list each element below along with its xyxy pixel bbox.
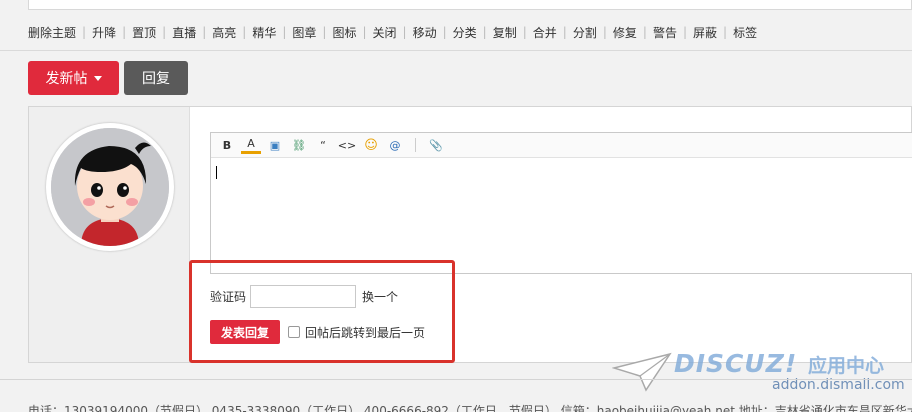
moderation-action[interactable]: 直播 xyxy=(172,24,196,41)
moderation-action[interactable]: 屏蔽 xyxy=(693,24,717,41)
image-icon[interactable]: ▣ xyxy=(265,136,285,154)
new-post-button[interactable]: 发新帖 xyxy=(28,61,119,95)
separator: | xyxy=(162,25,167,39)
previous-post-bottom xyxy=(28,0,912,10)
separator: | xyxy=(202,25,207,39)
watermark: DISCUZ! 应用中心 addon.dismall.com xyxy=(612,348,912,398)
moderation-action[interactable]: 复制 xyxy=(493,24,517,41)
font-color-icon[interactable]: A xyxy=(241,136,261,154)
toolbar-separator xyxy=(415,138,416,152)
watermark-brand: DISCUZ! xyxy=(674,349,798,378)
quote-icon[interactable]: “ xyxy=(313,136,333,154)
separator: | xyxy=(642,25,647,39)
moderation-action[interactable]: 合并 xyxy=(533,24,557,41)
bold-icon[interactable]: B xyxy=(217,136,237,154)
moderation-action[interactable]: 图标 xyxy=(332,24,356,41)
caret-down-icon xyxy=(93,75,102,81)
moderation-action[interactable]: 分类 xyxy=(453,24,477,41)
separator: | xyxy=(282,25,287,39)
watermark-cn: 应用中心 xyxy=(808,355,885,377)
moderation-action[interactable]: 图章 xyxy=(292,24,316,41)
separator: | xyxy=(682,25,687,39)
moderation-action[interactable]: 置顶 xyxy=(132,24,156,41)
reply-page: 删除主题 | 升降 | 置顶 | 直播 | 高亮 | 精华 | 图章 | 图标 | 关闭 | 移动 | 分类 | 复制 | 合并… xyxy=(0,0,912,412)
moderation-action[interactable]: 删除主题 xyxy=(28,24,76,41)
moderation-action[interactable]: 高亮 xyxy=(212,24,236,41)
separator: | xyxy=(242,25,247,39)
moderation-action[interactable]: 分割 xyxy=(573,24,597,41)
separator: | xyxy=(522,25,527,39)
paper-plane-icon xyxy=(612,352,672,392)
separator: | xyxy=(723,25,728,39)
separator: | xyxy=(562,25,567,39)
footer-contact: 电话：13039194000（节假日） 0435-3338090（工作日） 40… xyxy=(28,404,912,412)
moderation-toolbar: 删除主题 | 升降 | 置顶 | 直播 | 高亮 | 精华 | 图章 | 图标 | 关闭 | 移动 | 分类 | 复制 | 合并… xyxy=(28,24,757,40)
separator: | xyxy=(122,25,127,39)
moderation-action[interactable]: 移动 xyxy=(413,24,437,41)
highlight-box xyxy=(189,260,455,363)
at-icon[interactable]: @ xyxy=(385,136,405,154)
separator: | xyxy=(602,25,607,39)
moderation-action[interactable]: 标签 xyxy=(733,24,757,41)
new-post-label: 发新帖 xyxy=(45,71,88,87)
attachment-icon[interactable]: 📎 xyxy=(426,136,446,154)
separator: | xyxy=(362,25,367,39)
divider xyxy=(0,50,912,51)
moderation-action[interactable]: 精华 xyxy=(252,24,276,41)
footer-divider xyxy=(0,379,912,380)
reply-label: 回复 xyxy=(142,71,170,87)
code-icon[interactable]: <> xyxy=(337,136,357,154)
quick-reply-box: B A ▣ ⛓ “<> ☺ @ 📎 验证码 换一个 发表回复 回帖后跳转到最后一页 xyxy=(28,106,912,363)
separator: | xyxy=(442,25,447,39)
reply-button[interactable]: 回复 xyxy=(124,61,188,95)
separator: | xyxy=(82,25,87,39)
moderation-action[interactable]: 警告 xyxy=(653,24,677,41)
separator: | xyxy=(482,25,487,39)
moderation-action[interactable]: 升降 xyxy=(92,24,116,41)
reply-editor[interactable]: B A ▣ ⛓ “<> ☺ @ 📎 xyxy=(210,132,912,274)
reply-user-column xyxy=(29,107,190,362)
moderation-action[interactable]: 修复 xyxy=(613,24,637,41)
editor-toolbar: B A ▣ ⛓ “<> ☺ @ 📎 xyxy=(211,133,912,158)
link-icon[interactable]: ⛓ xyxy=(289,136,309,154)
moderation-action[interactable]: 关闭 xyxy=(373,24,397,41)
separator: | xyxy=(402,25,407,39)
smiley-icon[interactable]: ☺ xyxy=(361,136,381,154)
text-cursor xyxy=(216,166,217,179)
avatar[interactable] xyxy=(46,123,174,251)
separator: | xyxy=(322,25,327,39)
